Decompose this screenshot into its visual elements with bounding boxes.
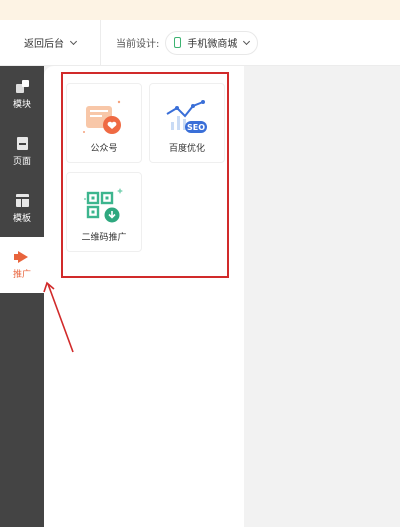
seo-badge-text: SEO — [187, 123, 205, 132]
card-label: 二维码推广 — [81, 233, 127, 243]
card-label: 百度优化 — [168, 144, 205, 154]
left-sidebar: 模块 页面 模板 — [0, 66, 44, 527]
card-qrcode-promotion[interactable]: 二维码推广 — [66, 172, 142, 252]
sidebar-item-promotion[interactable]: 推广 — [0, 251, 44, 280]
preview-canvas — [244, 66, 400, 527]
chevron-down-icon — [243, 37, 251, 45]
current-design-label: 当前设计: — [116, 39, 160, 50]
design-select[interactable]: 手机微商城 — [165, 30, 259, 55]
sidebar-item-label: 推广 — [12, 270, 31, 280]
card-label: 公众号 — [90, 144, 118, 154]
module-icon — [15, 80, 29, 93]
back-to-admin-label: 返回后台 — [24, 39, 64, 50]
sidebar-item-label: 模块 — [12, 100, 31, 110]
promotion-panel: 公众号 SEO 百度优化 二维码推广 — [44, 66, 244, 527]
sidebar-item-label: 模板 — [12, 214, 31, 224]
back-to-admin-button[interactable]: 返回后台 — [24, 35, 78, 50]
sidebar-item-template[interactable]: 模板 — [0, 194, 44, 224]
design-select-value: 手机微商城 — [187, 39, 238, 50]
sidebar-item-page[interactable]: 页面 — [0, 137, 44, 167]
seo-icon: SEO — [166, 100, 207, 133]
sidebar-item-module[interactable]: 模块 — [0, 80, 44, 110]
phone-icon — [174, 37, 182, 48]
top-toolbar: 返回后台 当前设计: 手机微商城 — [0, 19, 400, 66]
toolbar-divider — [100, 19, 101, 66]
top-notice-banner — [0, 0, 400, 20]
sidebar-item-label: 页面 — [12, 157, 31, 167]
card-wechat-official-account[interactable]: 公众号 — [66, 83, 142, 163]
chevron-down-icon — [69, 37, 78, 45]
template-icon — [15, 194, 29, 207]
page-icon — [16, 137, 28, 150]
wechat-official-account-icon — [83, 100, 121, 134]
sidebar-item-promotion-bg: 推广 — [0, 237, 44, 293]
qrcode-download-icon — [84, 188, 123, 223]
card-baidu-seo[interactable]: SEO 百度优化 — [149, 83, 225, 163]
megaphone-icon — [14, 251, 30, 263]
